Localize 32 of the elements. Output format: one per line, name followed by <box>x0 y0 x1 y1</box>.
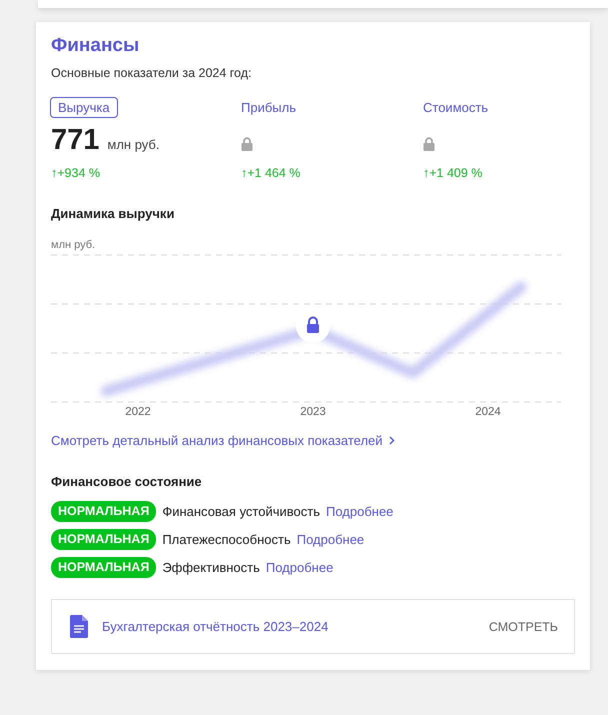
metric-value: 771 <box>51 124 100 157</box>
axis-label: 2023 <box>300 406 326 418</box>
indicator-label: Платежеспособность <box>162 532 291 547</box>
change-value: ↑+1 409 % <box>423 166 482 180</box>
document-icon <box>70 615 88 638</box>
metric-unit: млн руб. <box>107 137 160 152</box>
axis-label: 2022 <box>125 406 151 418</box>
axis-label: 2024 <box>475 406 501 418</box>
details-link[interactable]: Подробнее <box>266 560 334 575</box>
indicator-label: Эффективность <box>162 560 260 575</box>
metric-tab[interactable]: Стоимость <box>415 97 496 118</box>
status-badge: НОРМАЛЬНАЯ <box>51 529 156 550</box>
status-badge: НОРМАЛЬНАЯ <box>51 501 156 522</box>
chevron-icon <box>388 436 395 445</box>
analysis-link[interactable]: Смотреть детальный анализ финансовых показателей <box>51 433 383 448</box>
metric-tab[interactable]: Выручка <box>50 97 118 118</box>
chart-title: Динамика выручки <box>51 206 176 221</box>
lock-icon <box>241 137 253 151</box>
axis-unit: млн руб. <box>51 239 96 251</box>
change-value: ↑+934 % <box>51 166 100 180</box>
change-value: ↑+1 464 % <box>241 166 300 180</box>
details-link[interactable]: Подробнее <box>326 504 394 519</box>
indicator-label: Финансовая устойчивость <box>162 504 320 519</box>
view-button[interactable]: СМОТРЕТЬ <box>488 616 558 638</box>
section-heading: Финансовое состояние <box>51 474 203 489</box>
metric-tab[interactable]: Прибыль <box>233 97 304 118</box>
lock-icon <box>423 137 435 151</box>
details-link[interactable]: Подробнее <box>296 532 364 547</box>
subtitle: Основные показатели за 2024 год: <box>51 66 253 80</box>
status-badge: НОРМАЛЬНАЯ <box>51 557 156 578</box>
report-link[interactable]: Бухгалтерская отчётность 2023–2024 <box>102 619 489 634</box>
section-title: Финансы <box>51 34 140 58</box>
